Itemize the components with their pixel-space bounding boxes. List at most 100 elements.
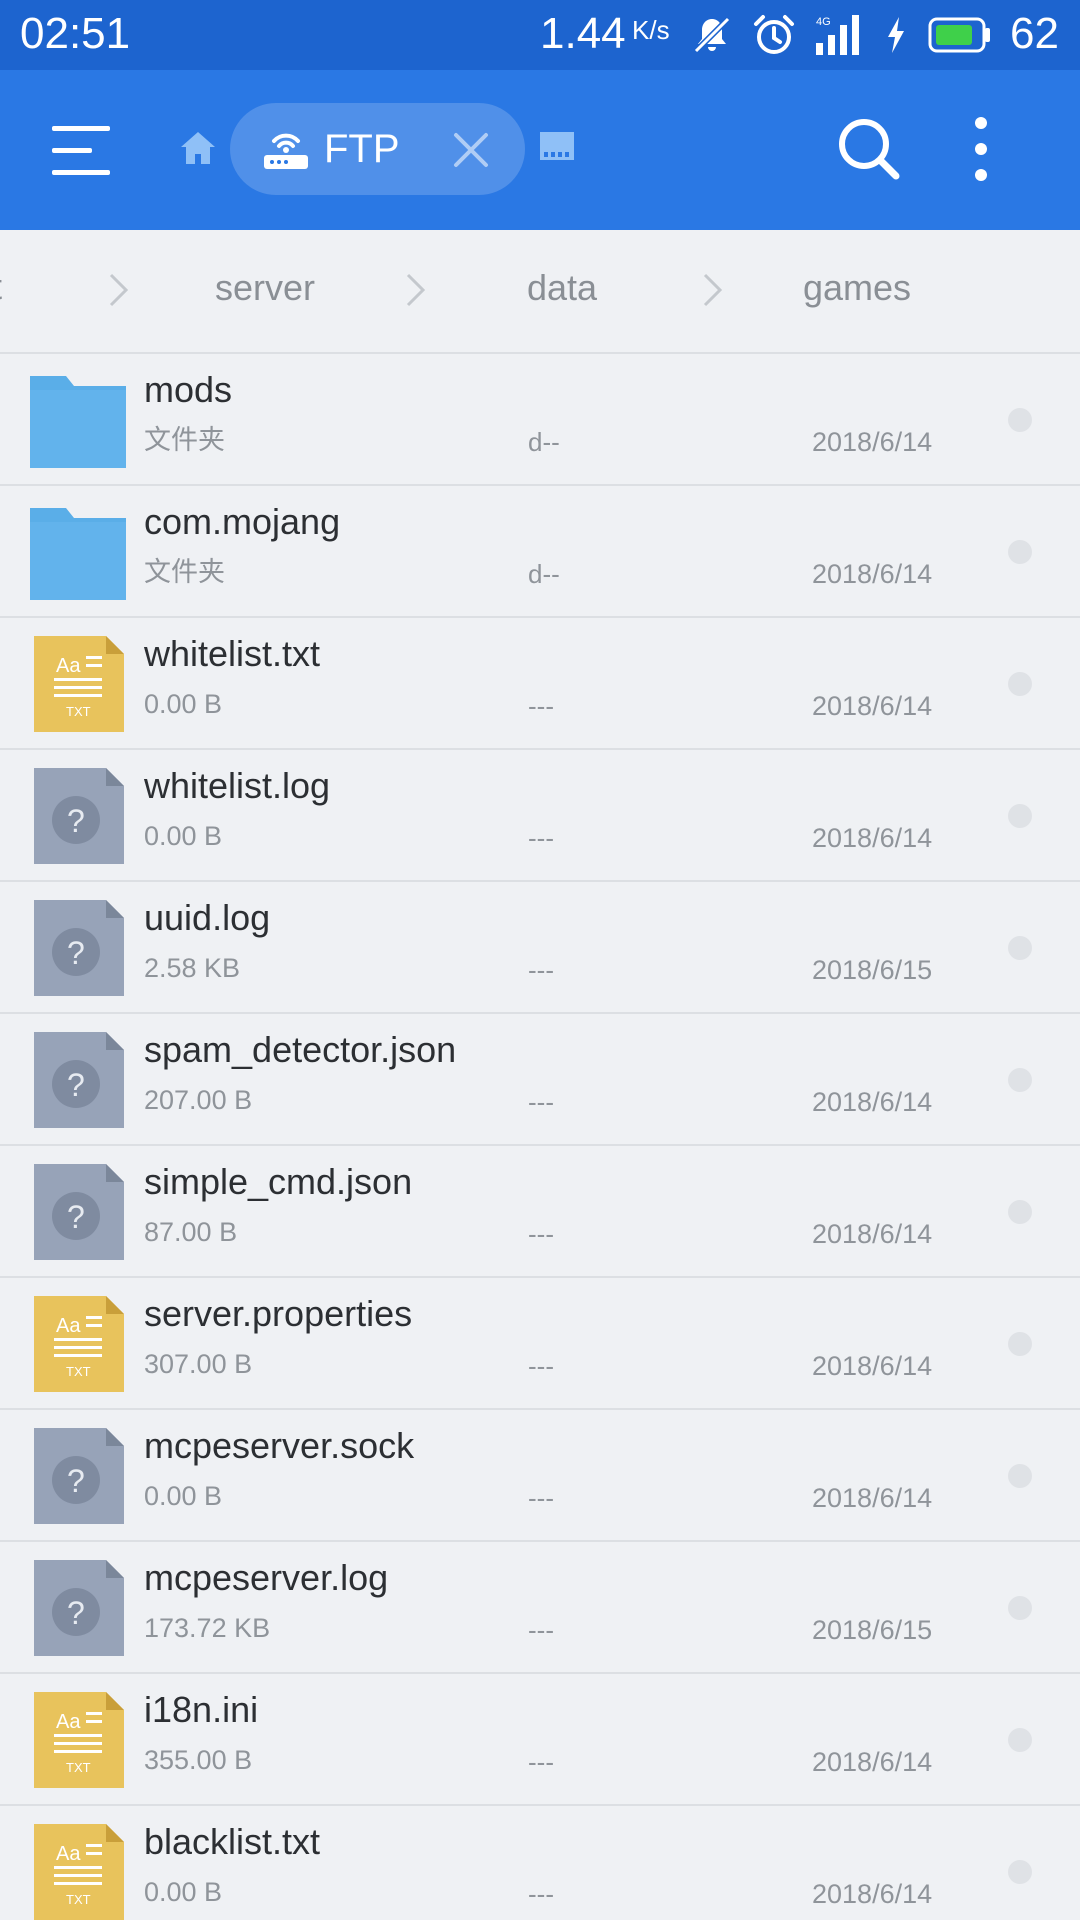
unknown-file-icon: ? bbox=[34, 768, 124, 864]
file-row[interactable]: ? uuid.log 2.58 KB --- 2018/6/15 bbox=[0, 882, 1080, 1014]
svg-text:Aa: Aa bbox=[56, 655, 81, 677]
file-permissions: --- bbox=[528, 1351, 554, 1381]
file-size: 173.72 KB bbox=[144, 1613, 271, 1643]
file-size: 355.00 B bbox=[144, 1745, 253, 1775]
file-row[interactable]: ? mcpeserver.log 173.72 KB --- 2018/6/15 bbox=[0, 1542, 1080, 1674]
file-name: mcpeserver.sock bbox=[144, 1425, 415, 1466]
file-row[interactable]: mods 文件夹 d-- 2018/6/14 bbox=[0, 354, 1080, 486]
select-checkbox[interactable] bbox=[1008, 1332, 1032, 1356]
file-name: whitelist.log bbox=[144, 765, 331, 806]
network-speed-unit: K/s bbox=[632, 15, 670, 45]
file-row[interactable]: Aa TXT server.properties 307.00 B --- 2018/… bbox=[0, 1278, 1080, 1410]
select-checkbox[interactable] bbox=[1008, 408, 1032, 432]
svg-text:4G: 4G bbox=[816, 16, 831, 28]
svg-text:TXT: TXT bbox=[66, 1364, 91, 1379]
file-name: spam_detector.json bbox=[144, 1029, 457, 1070]
file-name: mods bbox=[144, 369, 233, 410]
tab-ftp-label: FTP bbox=[324, 127, 400, 171]
network-speed: 1.44 bbox=[540, 9, 626, 58]
file-size: 文件夹 bbox=[144, 425, 225, 455]
file-permissions: --- bbox=[528, 1747, 554, 1777]
file-date: 2018/6/15 bbox=[812, 955, 933, 985]
unknown-file-icon: ? bbox=[34, 1428, 124, 1524]
file-date: 2018/6/15 bbox=[812, 1615, 933, 1645]
select-checkbox[interactable] bbox=[1008, 672, 1032, 696]
file-name: server.properties bbox=[144, 1293, 413, 1334]
file-date: 2018/6/14 bbox=[812, 1747, 933, 1777]
unknown-file-icon: ? bbox=[34, 1164, 124, 1260]
svg-text:?: ? bbox=[67, 1067, 85, 1103]
select-checkbox[interactable] bbox=[1008, 936, 1032, 960]
folder-icon bbox=[30, 376, 126, 468]
file-permissions: --- bbox=[528, 1087, 554, 1117]
file-row[interactable]: Aa TXT whitelist.txt 0.00 B --- 2018/6/14 bbox=[0, 618, 1080, 750]
svg-text:TXT: TXT bbox=[66, 1760, 91, 1775]
battery-level: 62 bbox=[1010, 9, 1059, 58]
file-date: 2018/6/14 bbox=[812, 1879, 933, 1909]
file-row[interactable]: ? whitelist.log 0.00 B --- 2018/6/14 bbox=[0, 750, 1080, 882]
mute-icon bbox=[693, 16, 731, 54]
svg-text:Aa: Aa bbox=[56, 1711, 81, 1733]
file-permissions: --- bbox=[528, 955, 554, 985]
toolbar: FTP bbox=[0, 70, 1080, 230]
file-date: 2018/6/14 bbox=[812, 1087, 933, 1117]
select-checkbox[interactable] bbox=[1008, 804, 1032, 828]
search-icon[interactable] bbox=[836, 116, 902, 182]
file-date: 2018/6/14 bbox=[812, 559, 933, 589]
select-checkbox[interactable] bbox=[1008, 1596, 1032, 1620]
file-size: 0.00 B bbox=[144, 1481, 223, 1511]
breadcrumb-edge[interactable]: t bbox=[0, 266, 2, 308]
battery-icon bbox=[928, 17, 990, 53]
menu-icon[interactable] bbox=[52, 120, 114, 182]
file-row[interactable]: com.mojang 文件夹 d-- 2018/6/14 bbox=[0, 486, 1080, 618]
txt-file-icon: Aa TXT bbox=[34, 1692, 124, 1788]
file-size: 2.58 KB bbox=[144, 953, 241, 983]
folder-icon bbox=[30, 508, 126, 600]
select-checkbox[interactable] bbox=[1008, 1068, 1032, 1092]
file-date: 2018/6/14 bbox=[812, 1219, 933, 1249]
file-size: 307.00 B bbox=[144, 1349, 253, 1379]
breadcrumb-server[interactable]: server bbox=[215, 266, 315, 310]
svg-text:Aa: Aa bbox=[56, 1843, 81, 1865]
svg-text:TXT: TXT bbox=[66, 1892, 91, 1907]
file-permissions: d-- bbox=[528, 559, 560, 589]
alarm-icon bbox=[754, 15, 794, 54]
svg-text:Aa: Aa bbox=[56, 1315, 81, 1337]
file-list: mods 文件夹 d-- 2018/6/14 com.mojang 文件夹 d-- 2018… bbox=[0, 354, 1080, 1920]
file-permissions: --- bbox=[528, 691, 554, 721]
select-checkbox[interactable] bbox=[1008, 1860, 1032, 1884]
breadcrumb-data[interactable]: data bbox=[527, 266, 597, 310]
file-row[interactable]: Aa TXT i18n.ini 355.00 B --- 2018/6/14 bbox=[0, 1674, 1080, 1806]
file-permissions: --- bbox=[528, 1615, 554, 1645]
file-row[interactable]: ? mcpeserver.sock 0.00 B --- 2018/6/14 bbox=[0, 1410, 1080, 1542]
svg-text:?: ? bbox=[67, 935, 85, 971]
status-time: 02:51 bbox=[20, 9, 131, 58]
breadcrumb-games[interactable]: games bbox=[803, 266, 911, 310]
file-name: uuid.log bbox=[144, 897, 271, 938]
file-size: 207.00 B bbox=[144, 1085, 253, 1115]
file-row[interactable]: ? spam_detector.json 207.00 B --- 2018/6/14 bbox=[0, 1014, 1080, 1146]
home-icon[interactable] bbox=[178, 128, 218, 168]
file-date: 2018/6/14 bbox=[812, 823, 933, 853]
chevron-right-icon bbox=[703, 273, 723, 307]
select-checkbox[interactable] bbox=[1008, 1728, 1032, 1752]
file-row[interactable]: ? simple_cmd.json 87.00 B --- 2018/6/14 bbox=[0, 1146, 1080, 1278]
select-checkbox[interactable] bbox=[1008, 1464, 1032, 1488]
file-row[interactable]: Aa TXT blacklist.txt 0.00 B --- 2018/6/14 bbox=[0, 1806, 1080, 1920]
storage-icon[interactable] bbox=[538, 130, 576, 162]
file-permissions: --- bbox=[528, 823, 554, 853]
select-checkbox[interactable] bbox=[1008, 540, 1032, 564]
unknown-file-icon: ? bbox=[34, 1560, 124, 1656]
close-icon[interactable] bbox=[452, 131, 490, 169]
more-icon[interactable] bbox=[966, 114, 996, 184]
file-permissions: --- bbox=[528, 1219, 554, 1249]
chevron-right-icon bbox=[406, 273, 426, 307]
select-checkbox[interactable] bbox=[1008, 1200, 1032, 1224]
file-name: com.mojang bbox=[144, 501, 341, 542]
file-date: 2018/6/14 bbox=[812, 691, 933, 721]
tab-ftp[interactable]: FTP bbox=[230, 103, 525, 195]
svg-text:?: ? bbox=[67, 803, 85, 839]
svg-text:?: ? bbox=[67, 1463, 85, 1499]
file-permissions: --- bbox=[528, 1879, 554, 1909]
file-name: mcpeserver.log bbox=[144, 1557, 389, 1598]
